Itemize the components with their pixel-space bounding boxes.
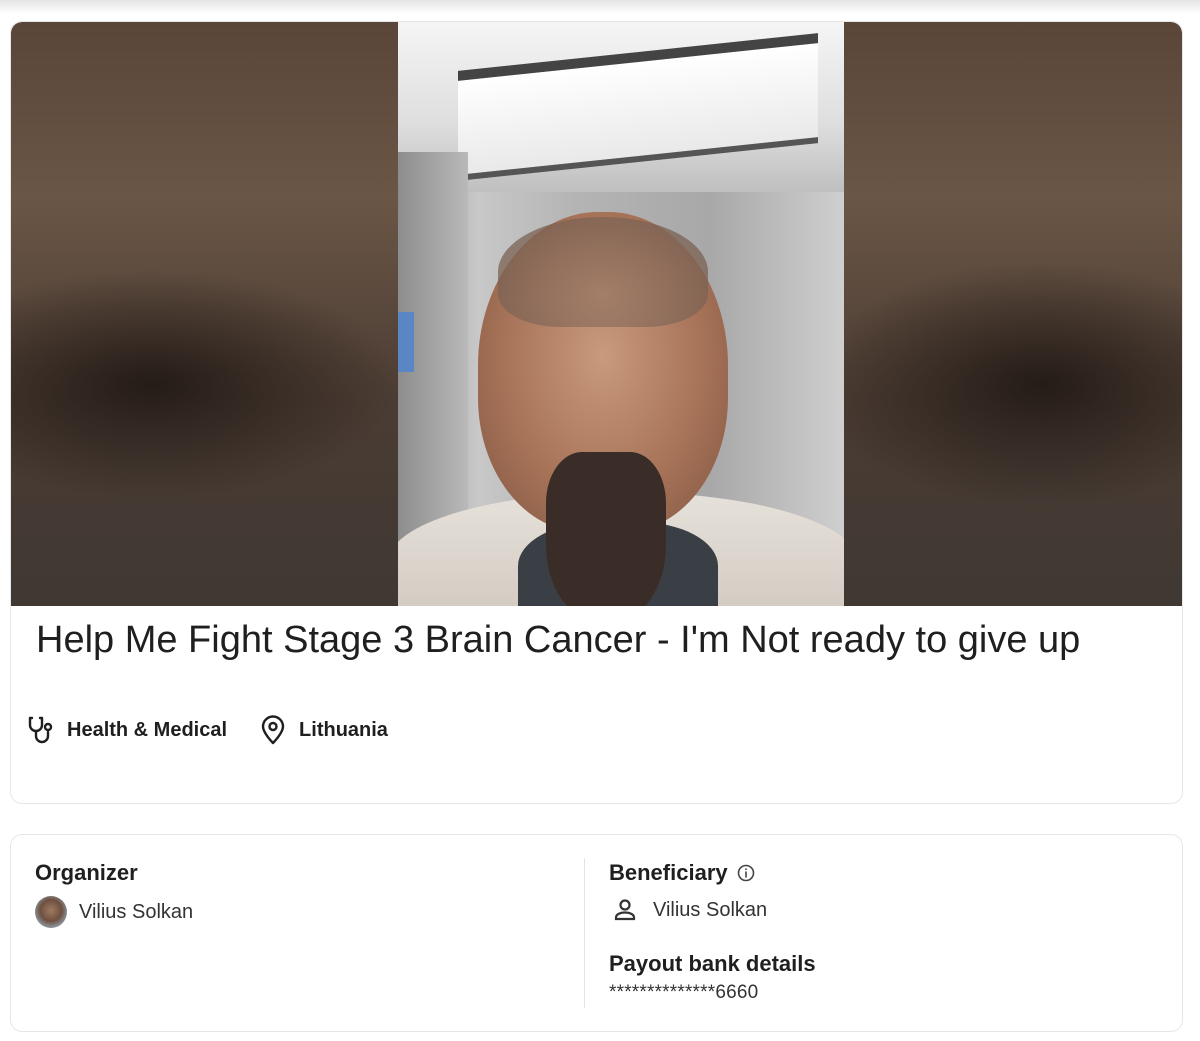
top-shadow: [0, 0, 1200, 14]
location-label: Lithuania: [299, 718, 388, 741]
info-icon[interactable]: [736, 863, 756, 883]
beneficiary-heading: Beneficiary: [609, 860, 728, 885]
stethoscope-icon: [28, 716, 53, 744]
campaign-title: Help Me Fight Stage 3 Brain Cancer - I'm…: [36, 619, 1081, 661]
campaign-card: Help Me Fight Stage 3 Brain Cancer - I'm…: [10, 21, 1183, 804]
organizer-name: Vilius Solkan: [79, 900, 194, 923]
campaign-media[interactable]: [11, 22, 1182, 606]
beneficiary-row: Vilius Solkan: [611, 896, 767, 924]
organizer-row[interactable]: Vilius Solkan: [35, 896, 193, 928]
organizer-avatar: [35, 896, 67, 928]
category-tag[interactable]: Health & Medical: [25, 714, 227, 746]
person-icon: [614, 899, 636, 921]
campaign-tags: Health & Medical Lithuania: [25, 713, 418, 747]
organizer-heading: Organizer: [35, 860, 138, 885]
campaign-photo: [398, 22, 844, 606]
payout-account-masked: **************6660: [609, 982, 759, 1003]
payout-heading: Payout bank details: [609, 951, 816, 976]
column-divider: [584, 858, 585, 1008]
beneficiary-name: Vilius Solkan: [653, 898, 768, 921]
organizer-beneficiary-card: Organizer Vilius Solkan Beneficiary Vili…: [10, 834, 1183, 1032]
beneficiary-heading-row: Beneficiary: [609, 860, 756, 886]
location-pin-icon: [261, 715, 285, 745]
location-tag[interactable]: Lithuania: [257, 714, 388, 746]
category-label: Health & Medical: [67, 718, 228, 741]
